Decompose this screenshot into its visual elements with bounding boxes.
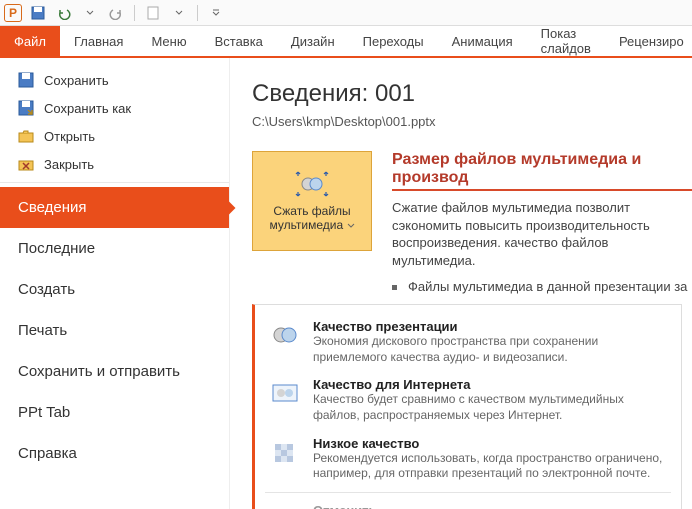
menu-q3-title: Низкое качество	[313, 436, 667, 451]
ribbon-tabs: Файл Главная Меню Вставка Дизайн Переход…	[0, 26, 692, 58]
compress-dropdown-menu: Качество презентации Экономия дискового …	[252, 304, 682, 509]
backstage-content: Сведения: 001 C:\Users\kmp\Desktop\001.p…	[230, 58, 692, 509]
compress-icon	[294, 170, 330, 198]
tab-slideshow[interactable]: Показ слайдов	[527, 26, 605, 56]
save-icon	[18, 72, 34, 88]
presentation-quality-icon	[269, 319, 301, 351]
menu-q3-desc: Рекомендуется использовать, когда простр…	[313, 451, 667, 482]
sidebar-info[interactable]: Сведения	[0, 187, 229, 228]
sidebar-ppt-tab[interactable]: PPt Tab	[0, 392, 229, 433]
section-desc: Сжатие файлов мультимедиа позволит сэкон…	[392, 199, 692, 269]
qat-customize[interactable]	[206, 3, 226, 23]
undo-qat-button[interactable]	[54, 3, 74, 23]
tab-design[interactable]: Дизайн	[277, 26, 349, 56]
menu-undo-compress[interactable]: Отменить Существует возможность отменить…	[259, 497, 677, 509]
sidebar-separator	[0, 182, 229, 183]
menu-q2-title: Качество для Интернета	[313, 377, 667, 392]
page-title: Сведения: 001	[252, 80, 692, 108]
low-quality-icon	[269, 436, 301, 468]
quick-access-toolbar: P	[0, 0, 692, 26]
menu-undo-title: Отменить	[313, 503, 658, 509]
sidebar-open-label: Открыть	[44, 129, 95, 144]
menu-internet-quality[interactable]: Качество для Интернета Качество будет ср…	[259, 371, 677, 429]
tab-file[interactable]: Файл	[0, 26, 60, 56]
menu-q1-desc: Экономия дискового пространства при сохр…	[313, 334, 667, 365]
menu-q1-title: Качество презентации	[313, 319, 667, 334]
new-qat-button[interactable]	[143, 3, 163, 23]
compress-media-button[interactable]: Сжать файлы мультимедиа	[252, 151, 372, 251]
tab-menu[interactable]: Меню	[137, 26, 200, 56]
sidebar-close-label: Закрыть	[44, 157, 94, 172]
sidebar-open[interactable]: Открыть	[0, 122, 229, 150]
sidebar-help[interactable]: Справка	[0, 433, 229, 474]
menu-q2-desc: Качество будет сравнимо с качеством муль…	[313, 392, 667, 423]
menu-low-quality[interactable]: Низкое качество Рекомендуется использова…	[259, 430, 677, 488]
tab-review[interactable]: Рецензиро	[605, 26, 692, 56]
tab-home[interactable]: Главная	[60, 26, 137, 56]
sidebar-save-label: Сохранить	[44, 73, 109, 88]
media-bullet: Файлы мультимедиа в данной презентации з…	[392, 279, 692, 294]
sidebar-close[interactable]: Закрыть	[0, 150, 229, 178]
menu-presentation-quality[interactable]: Качество презентации Экономия дискового …	[259, 313, 677, 371]
media-info: Размер файлов мультимедиа и производ Сжа…	[392, 151, 692, 294]
section-title: Размер файлов мультимедиа и производ	[392, 151, 692, 191]
sidebar-new[interactable]: Создать	[0, 269, 229, 310]
sidebar-recent[interactable]: Последние	[0, 228, 229, 269]
save-qat-button[interactable]	[28, 3, 48, 23]
internet-quality-icon	[269, 377, 301, 409]
save-as-icon	[18, 100, 34, 116]
undo-icon	[269, 503, 301, 509]
tab-insert[interactable]: Вставка	[201, 26, 277, 56]
backstage: Сохранить Сохранить как Открыть Закрыть …	[0, 58, 692, 509]
close-icon	[18, 156, 34, 172]
backstage-sidebar: Сохранить Сохранить как Открыть Закрыть …	[0, 58, 230, 509]
qat-separator-2	[197, 5, 198, 21]
tab-transitions[interactable]: Переходы	[349, 26, 438, 56]
open-icon	[18, 128, 34, 144]
sidebar-send[interactable]: Сохранить и отправить	[0, 351, 229, 392]
app-icon: P	[4, 4, 22, 22]
new-dropdown[interactable]	[169, 3, 189, 23]
undo-dropdown[interactable]	[80, 3, 100, 23]
sidebar-save-as-label: Сохранить как	[44, 101, 131, 116]
file-path: C:\Users\kmp\Desktop\001.pptx	[252, 114, 692, 129]
sidebar-save[interactable]: Сохранить	[0, 66, 229, 94]
sidebar-print[interactable]: Печать	[0, 310, 229, 351]
redo-qat-button[interactable]	[106, 3, 126, 23]
tab-animation[interactable]: Анимация	[438, 26, 527, 56]
qat-separator	[134, 5, 135, 21]
compress-media-label: Сжать файлы мультимедиа	[253, 204, 371, 232]
sidebar-save-as[interactable]: Сохранить как	[0, 94, 229, 122]
